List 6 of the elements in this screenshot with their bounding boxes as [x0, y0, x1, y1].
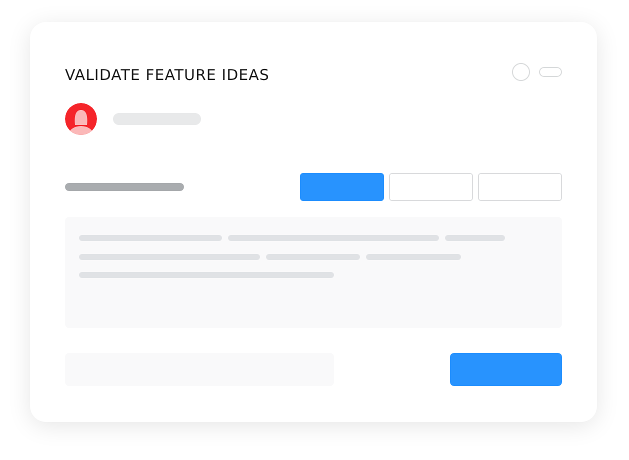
pill-icon	[539, 67, 562, 77]
submit-button[interactable]	[450, 353, 562, 386]
option-button[interactable]	[300, 173, 384, 201]
avatar-icon	[65, 103, 97, 135]
card-title: VALIDATE FEATURE IDEAS	[65, 65, 270, 86]
text-placeholder	[445, 235, 505, 241]
